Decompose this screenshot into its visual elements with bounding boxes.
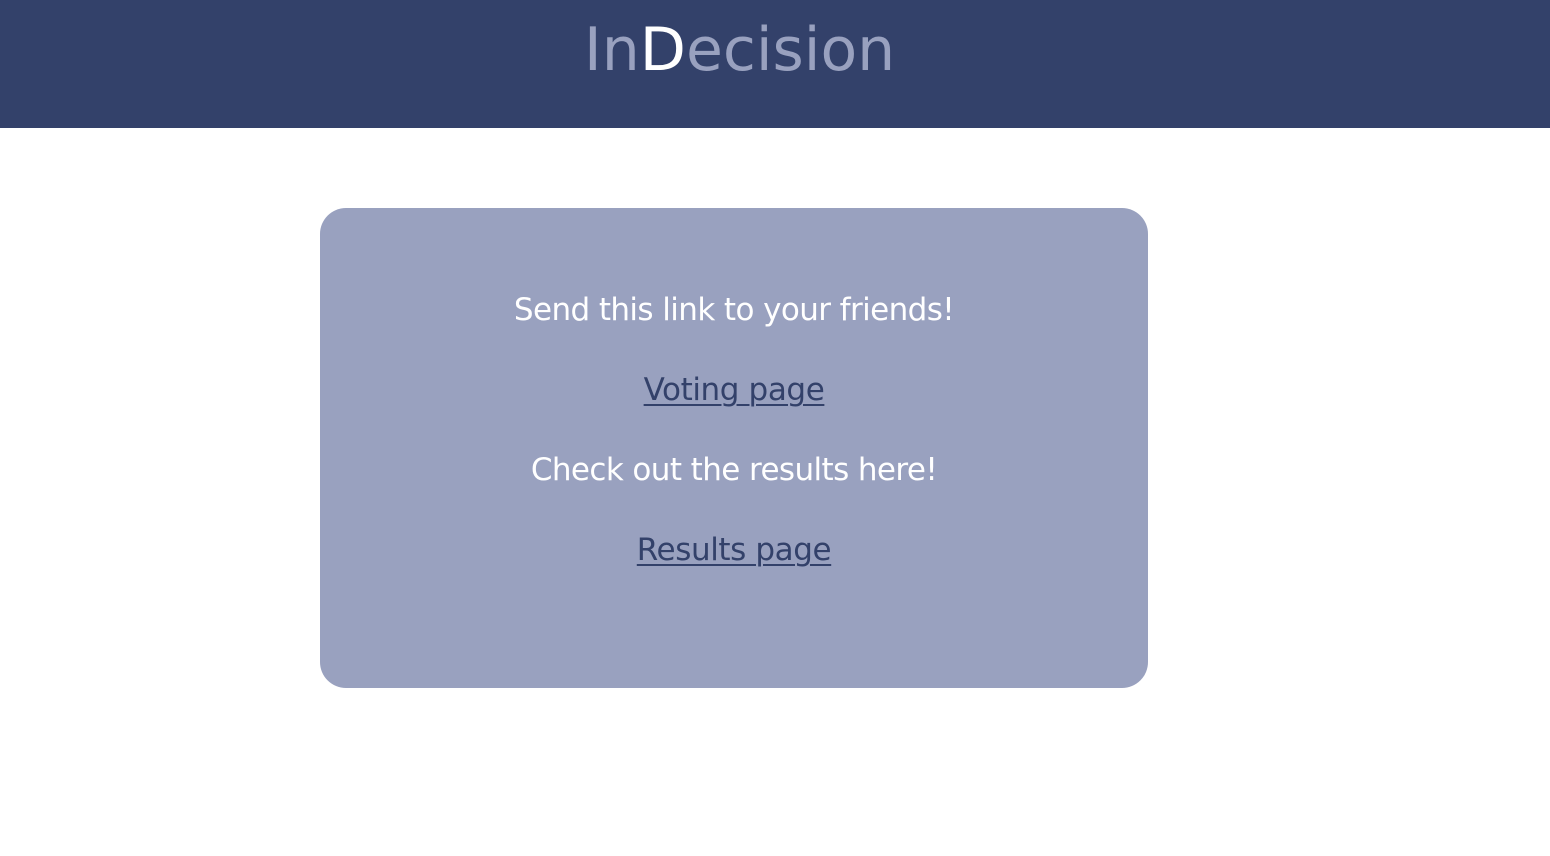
share-message-row: Send this link to your friends!	[320, 290, 1148, 330]
results-page-link[interactable]: Results page	[637, 532, 832, 568]
results-message-row: Check out the results here!	[320, 450, 1148, 490]
voting-page-link[interactable]: Voting page	[644, 372, 825, 408]
results-link-row: Results page	[320, 530, 1148, 570]
voting-link-row: Voting page	[320, 370, 1148, 410]
logo-suffix: ecision	[685, 15, 896, 85]
share-card: Send this link to your friends! Voting p…	[320, 208, 1148, 688]
share-message: Send this link to your friends!	[513, 292, 955, 328]
logo-highlight: D	[639, 15, 686, 85]
app-logo: InDecision	[584, 14, 895, 86]
top-header: InDecision	[0, 0, 1550, 128]
logo-prefix: In	[584, 15, 640, 85]
results-message: Check out the results here!	[530, 452, 938, 488]
